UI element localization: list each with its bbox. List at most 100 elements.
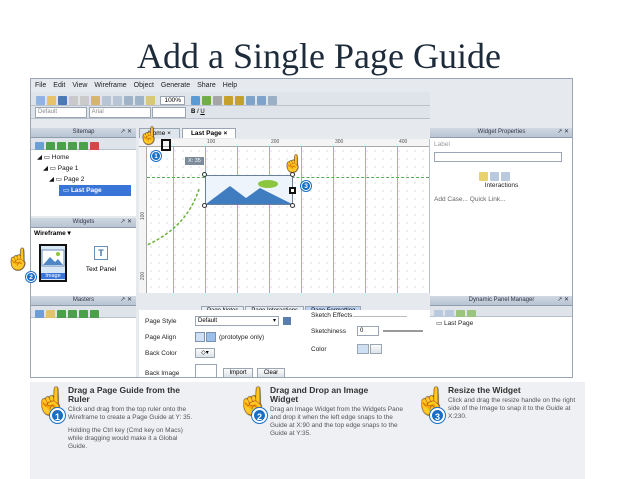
- italic-icon[interactable]: I: [197, 109, 199, 115]
- widget-image[interactable]: Image: [39, 244, 67, 282]
- page-properties-tabs: Page NotesPage InteractionsPage Formatti…: [201, 299, 411, 316]
- back-image-label: Back Image: [145, 370, 180, 377]
- add-case-link[interactable]: Add Case... Quick Link...: [434, 196, 506, 203]
- lock-icon[interactable]: [267, 96, 277, 106]
- menu-wireframe[interactable]: Wireframe: [94, 82, 126, 89]
- undo-icon[interactable]: [102, 96, 111, 106]
- align-left-button[interactable]: [195, 332, 205, 342]
- front-icon[interactable]: [223, 96, 233, 106]
- masters-header: Masters ↗ ✕: [31, 296, 136, 306]
- resize-handle-right[interactable]: [289, 187, 296, 194]
- back-color-picker[interactable]: ◇▾: [195, 348, 215, 358]
- sitemap-pin-close[interactable]: ↗ ✕: [120, 128, 132, 137]
- connector-icon[interactable]: [135, 96, 144, 106]
- widget-text-panel[interactable]: T Text Panel: [81, 246, 121, 282]
- slide-title: Add a Single Page Guide: [137, 36, 501, 76]
- redo-icon[interactable]: [113, 96, 122, 106]
- masters-pane: [31, 318, 136, 377]
- horizontal-ruler[interactable]: 100 200 300 400: [139, 139, 429, 147]
- canvas-image-widget[interactable]: [205, 175, 293, 205]
- underline-icon[interactable]: U: [200, 109, 204, 115]
- font-select[interactable]: Arial: [88, 107, 151, 118]
- menu-file[interactable]: File: [35, 82, 46, 89]
- step-2-title: Drag and Drop an Image Widget: [270, 385, 369, 404]
- hand-cursor-icon: ☝: [6, 249, 31, 271]
- menu-bar: File Edit View Wireframe Object Generate Share…: [35, 82, 434, 92]
- page-guide-3[interactable]: [237, 147, 238, 293]
- distribute-icon[interactable]: [256, 96, 266, 106]
- tree-item-last-page[interactable]: ▭ Last Page: [59, 185, 131, 196]
- widgets-header: Widgets ↗ ✕: [31, 218, 136, 228]
- dynamic-panel-pin-close[interactable]: ↗ ✕: [557, 296, 569, 305]
- menu-share[interactable]: Share: [197, 82, 216, 89]
- save-icon[interactable]: [58, 96, 67, 106]
- sketchiness-input[interactable]: 0: [357, 326, 379, 336]
- font-size-select[interactable]: [152, 107, 187, 118]
- group-icon[interactable]: [201, 96, 211, 106]
- step-3-icon: ☝ 3: [415, 386, 448, 423]
- vertical-ruler[interactable]: 100 200: [139, 147, 147, 293]
- text-format-icon[interactable]: [501, 172, 510, 182]
- align-icon[interactable]: [245, 96, 255, 106]
- page-guide-6[interactable]: [333, 147, 334, 293]
- ungroup-icon[interactable]: [212, 96, 222, 106]
- tree-item-page-1[interactable]: ◢ ▭ Page 1: [31, 163, 136, 174]
- widgets-pane: Wireframe ▾ Image T Text Panel: [31, 228, 136, 296]
- label-input[interactable]: [434, 152, 562, 162]
- sitemap-toolbar: [31, 138, 136, 152]
- page-guide-8[interactable]: [397, 147, 398, 293]
- widgets-pin-close[interactable]: ↗ ✕: [120, 218, 132, 227]
- clear-button[interactable]: Clear: [257, 368, 285, 377]
- dynamic-panel-header: Dynamic Panel Manager ↗ ✕: [430, 296, 572, 306]
- tab-last-page-close[interactable]: ×: [223, 130, 227, 137]
- open-icon[interactable]: [47, 96, 56, 106]
- sketchiness-slider[interactable]: [383, 330, 423, 332]
- masters-pin-close[interactable]: ↗ ✕: [120, 296, 132, 305]
- menu-help[interactable]: Help: [223, 82, 237, 89]
- zoom-select[interactable]: 100%: [160, 96, 186, 106]
- sketch-effects-rule: [353, 316, 407, 317]
- tree-item-home[interactable]: ◢ ▭ Home: [31, 152, 136, 163]
- new-icon[interactable]: [36, 96, 45, 106]
- resize-handle-br[interactable]: [290, 203, 295, 208]
- widget-library-select[interactable]: Wireframe ▾: [31, 228, 136, 238]
- color-option-2[interactable]: [370, 344, 382, 354]
- interactions-label: Interactions: [484, 182, 519, 189]
- select-icon[interactable]: [124, 96, 133, 106]
- position-tooltip: X: 35: [185, 157, 204, 165]
- cut-icon[interactable]: [69, 96, 78, 106]
- import-button[interactable]: Import: [223, 368, 253, 377]
- step-2-icon: ☝ 2: [237, 386, 270, 423]
- page-style-select[interactable]: Default ▾: [195, 316, 279, 326]
- widget-image-label: Image: [41, 273, 65, 279]
- align-center-button[interactable]: [206, 332, 216, 342]
- widget-properties-pin-close[interactable]: ↗ ✕: [557, 128, 569, 137]
- menu-generate[interactable]: Generate: [161, 82, 190, 89]
- zoom-icon[interactable]: [146, 96, 155, 106]
- resize-handle-tl[interactable]: [202, 172, 207, 177]
- tab-last-page[interactable]: Last Page ×: [181, 128, 237, 138]
- toolbar-format: Default Arial B I U: [31, 106, 434, 119]
- paste-icon[interactable]: [91, 96, 100, 106]
- back-icon[interactable]: [234, 96, 244, 106]
- notes-icon[interactable]: [490, 172, 499, 182]
- page-guide-7[interactable]: [365, 147, 366, 293]
- bold-icon[interactable]: B: [191, 109, 195, 115]
- menu-view[interactable]: View: [72, 82, 87, 89]
- copy-icon[interactable]: [80, 96, 89, 106]
- menu-edit[interactable]: Edit: [53, 82, 65, 89]
- sitemap-tree: ◢ ▭ Home ◢ ▭ Page 1 ◢ ▭ Page 2 ▭ Last Pa…: [31, 150, 136, 216]
- lightning-icon[interactable]: [479, 172, 488, 182]
- page-style-edit-icon[interactable]: [283, 317, 291, 325]
- step-1-title: Drag a Page Guide from the Ruler: [68, 385, 180, 404]
- page-guide-4[interactable]: [269, 147, 270, 293]
- layer-icon[interactable]: [190, 96, 200, 106]
- quick-link[interactable]: Quick Link...: [470, 196, 506, 203]
- color-option-1[interactable]: [357, 344, 369, 354]
- style-select[interactable]: Default: [35, 107, 87, 118]
- tab-home-close[interactable]: ×: [167, 130, 171, 137]
- dp-item-last-page[interactable]: ▭ Last Page: [436, 319, 567, 327]
- tree-item-page-2[interactable]: ◢ ▭ Page 2: [31, 174, 136, 185]
- menu-object[interactable]: Object: [134, 82, 154, 89]
- hand-cursor-icon: ☝: [283, 156, 303, 173]
